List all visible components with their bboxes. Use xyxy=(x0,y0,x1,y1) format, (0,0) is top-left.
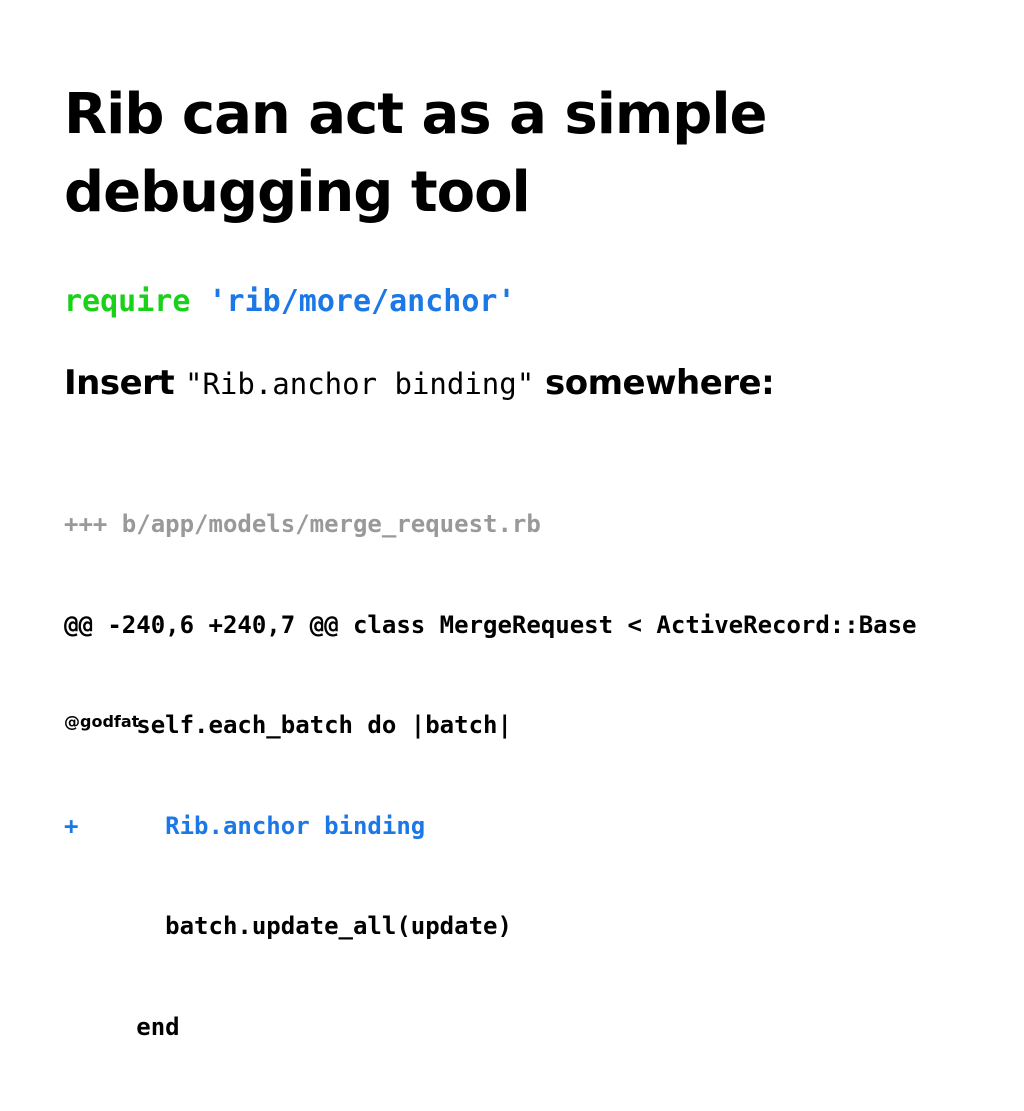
diff-context-line: self.each_batch do |batch| xyxy=(64,711,512,739)
require-keyword: require xyxy=(64,284,191,319)
diff-context-line: end xyxy=(64,1012,180,1041)
require-statement: require 'rib/more/anchor' xyxy=(64,283,516,321)
diff-hunk-header: @@ -240,6 +240,7 @@ class MergeRequest <… xyxy=(64,610,917,639)
instruction-inline-code: "Rib.anchor binding" xyxy=(185,367,535,401)
require-path-string: 'rib/more/anchor' xyxy=(208,284,516,319)
diff-code-block: +++ b/app/models/merge_request.rb @@ -24… xyxy=(64,441,917,1111)
diff-context-line: batch.update_all(update) xyxy=(64,912,512,940)
instruction-before: Insert xyxy=(64,363,175,403)
slide: Rib can act as a simple debugging tool r… xyxy=(0,0,1024,1041)
slide-title-line-2: debugging tool xyxy=(64,160,531,225)
diff-added-line: + Rib.anchor binding xyxy=(64,811,426,840)
instruction-text: Insert "Rib.anchor binding" somewhere: xyxy=(64,362,775,405)
diff-file-header: +++ b/app/models/merge_request.rb xyxy=(64,510,541,538)
slide-title-line-1: Rib can act as a simple xyxy=(64,82,768,147)
instruction-after: somewhere: xyxy=(545,363,775,403)
author-handle: @godfat xyxy=(64,712,140,731)
slide-title: Rib can act as a simple debugging tool xyxy=(64,76,964,232)
